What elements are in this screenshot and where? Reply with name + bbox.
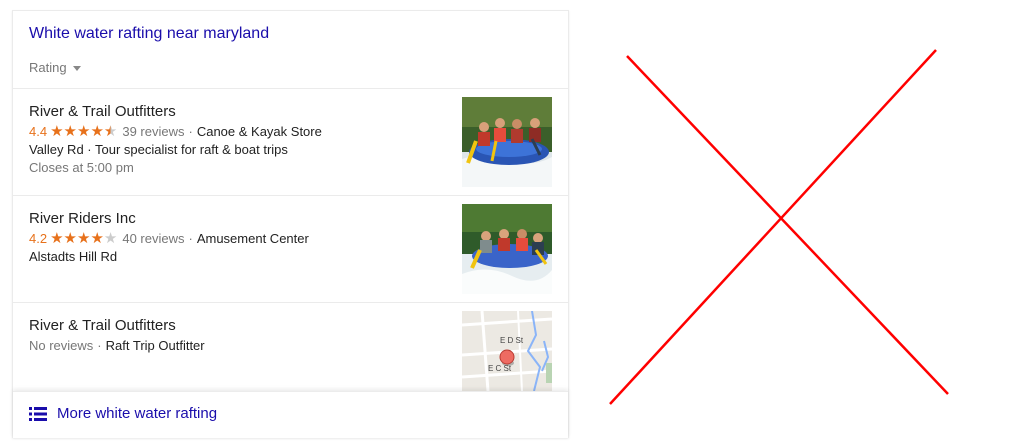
rating-filter-dropdown[interactable]: Rating	[29, 60, 81, 75]
result-name[interactable]: River & Trail Outfitters	[29, 317, 176, 334]
star-icon: ★	[90, 123, 104, 140]
result-item[interactable]: River & Trail Outfitters 4.4 ★ ★ ★ ★ ★ 3…	[13, 89, 568, 195]
map-label: E D St	[500, 336, 524, 345]
result-map-thumbnail[interactable]: E D St E C St	[462, 311, 552, 391]
result-photo-rafting[interactable]	[462, 204, 552, 294]
star-icon: ★	[76, 230, 91, 247]
local-results-panel: White water rafting near maryland Rating…	[12, 10, 569, 438]
result-rating-line: No reviews · Raft Trip Outfitter	[29, 338, 205, 353]
panel-title[interactable]: White water rafting near maryland	[29, 25, 269, 43]
star-half-icon: ★	[103, 123, 118, 140]
rating-filter-label: Rating	[29, 60, 67, 75]
result-category: Raft Trip Outfitter	[105, 338, 205, 353]
review-count[interactable]: 40 reviews	[122, 231, 184, 246]
result-rating-line: 4.4 ★ ★ ★ ★ ★ 39 reviews · Canoe & Kayak…	[29, 124, 322, 139]
caret-down-icon	[72, 65, 81, 71]
separator: ·	[188, 231, 193, 246]
result-item[interactable]: River Riders Inc 4.2 ★ ★ ★ ★ ★ 40 review…	[13, 196, 568, 302]
star-icon: ★	[63, 230, 77, 247]
star-icon: ★	[50, 123, 64, 140]
star-icon: ★	[90, 230, 104, 247]
red-cross-mark	[609, 49, 949, 405]
star-icon: ★	[50, 230, 64, 247]
result-address: Valley Rd · Tour specialist for raft & b…	[29, 142, 288, 157]
result-item[interactable]: River & Trail Outfitters No reviews · Ra…	[13, 303, 568, 391]
result-hours: Closes at 5:00 pm	[29, 160, 134, 175]
result-address: Alstadts Hill Rd	[29, 249, 118, 264]
star-empty-icon: ★	[103, 230, 118, 247]
separator: ·	[188, 124, 193, 139]
list-icon	[29, 406, 47, 421]
review-count: No reviews	[29, 338, 94, 353]
map-pin-icon	[499, 349, 515, 365]
star-icon: ★	[63, 123, 77, 140]
more-results-bar: More white water rafting	[13, 391, 568, 438]
separator: ·	[97, 338, 102, 353]
result-category: Amusement Center	[196, 231, 309, 246]
result-name[interactable]: River & Trail Outfitters	[29, 103, 176, 120]
rating-value: 4.4	[29, 124, 48, 139]
star-icon: ★	[76, 123, 91, 140]
more-results-label: More white water rafting	[57, 405, 218, 422]
more-results-link[interactable]: More white water rafting	[29, 405, 217, 422]
result-rating-line: 4.2 ★ ★ ★ ★ ★ 40 reviews · Amusement Cen…	[29, 231, 309, 246]
rating-value: 4.2	[29, 231, 48, 246]
result-photo-rafting[interactable]	[462, 97, 552, 187]
star-rating: ★ ★ ★ ★ ★	[50, 123, 118, 140]
result-category: Canoe & Kayak Store	[196, 124, 322, 139]
result-name[interactable]: River Riders Inc	[29, 210, 136, 227]
review-count[interactable]: 39 reviews	[122, 124, 184, 139]
star-rating: ★ ★ ★ ★ ★	[50, 230, 118, 247]
